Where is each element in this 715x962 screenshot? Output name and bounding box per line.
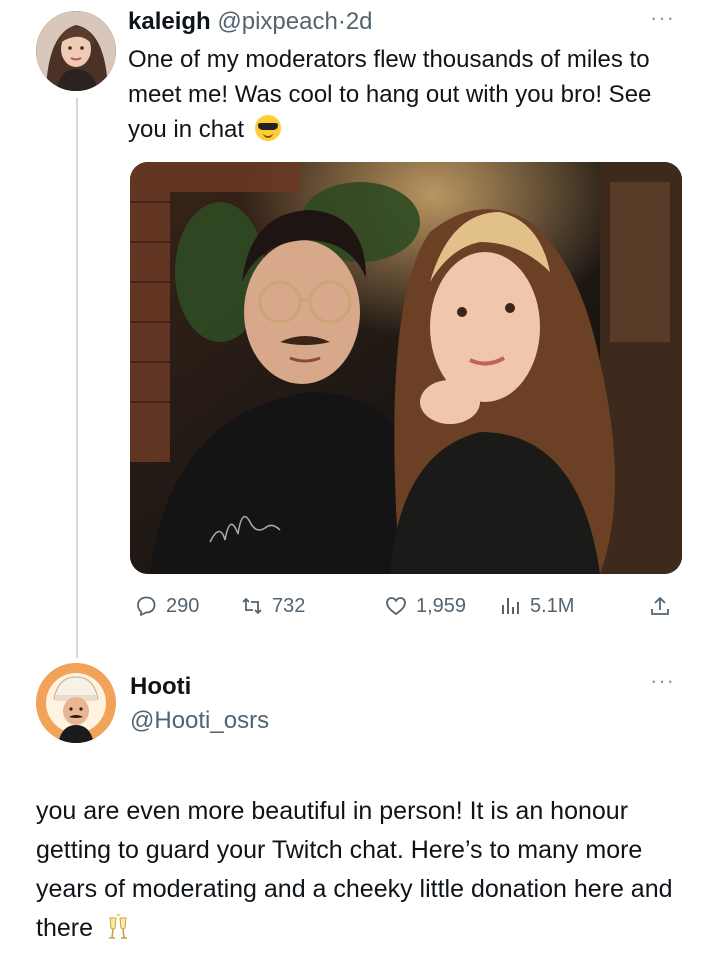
- view-count: 5.1M: [530, 594, 575, 617]
- share-action[interactable]: [648, 588, 672, 624]
- reply-text: you are even more beautiful in person! I…: [36, 792, 696, 948]
- retweet-icon: [242, 597, 262, 615]
- tweet-body: One of my moderators flew thousands of m…: [128, 46, 652, 143]
- clinking-glasses-icon: [108, 914, 127, 939]
- reply-action[interactable]: 290: [134, 588, 199, 624]
- reply-count: 290: [166, 594, 200, 617]
- kaleigh-avatar[interactable]: [36, 11, 116, 91]
- retweet-action[interactable]: 732: [240, 588, 305, 624]
- author-handle[interactable]: @pixpeach: [217, 8, 337, 35]
- reply-author-name[interactable]: Hooti: [130, 673, 191, 701]
- heart-icon: [386, 597, 406, 616]
- tweet-text: One of my moderators flew thousands of m…: [128, 42, 688, 147]
- tweet-photo[interactable]: [130, 162, 682, 574]
- tweet-header: kaleigh @pixpeach·2d: [128, 6, 373, 38]
- like-action[interactable]: 1,959: [384, 588, 466, 624]
- more-options-icon[interactable]: ···: [650, 5, 675, 31]
- retweet-count: 732: [272, 594, 306, 617]
- share-icon: [651, 596, 669, 615]
- separator: ·: [337, 8, 346, 35]
- timestamp[interactable]: 2d: [346, 8, 373, 35]
- reply-icon: [137, 596, 156, 616]
- hooti-avatar[interactable]: [36, 663, 116, 743]
- sunglasses-face-icon: [254, 115, 281, 141]
- tweet-actions: 290 732 1,959 5.1M: [128, 588, 688, 624]
- author-name[interactable]: kaleigh: [128, 8, 211, 35]
- bar-chart-icon: [502, 598, 519, 614]
- reply-author-handle[interactable]: @Hooti_osrs: [130, 707, 269, 735]
- reply-more-options-icon[interactable]: ···: [650, 668, 675, 694]
- thread-line: [76, 98, 78, 658]
- views-action[interactable]: 5.1M: [498, 588, 574, 624]
- like-count: 1,959: [416, 594, 467, 617]
